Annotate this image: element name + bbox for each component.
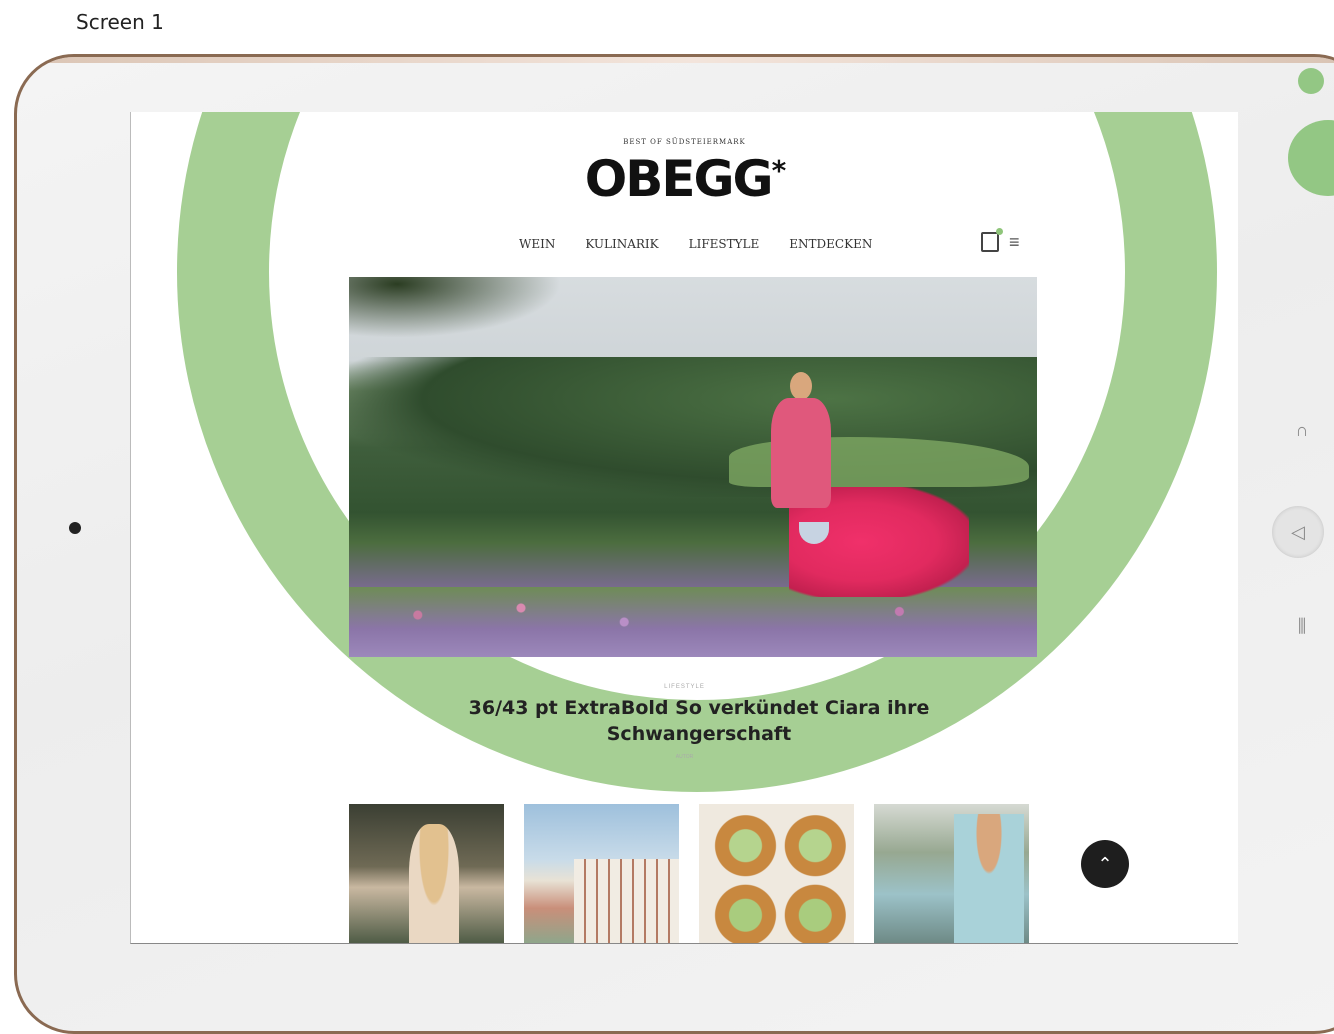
logo-tagline: BEST OF SÜDSTEIERMARK (623, 138, 746, 146)
logo-text: OBEGG (584, 150, 774, 208)
nav-icons: ≡ (981, 228, 1020, 252)
logo-star: * (771, 154, 787, 187)
hero-woman-figure (757, 372, 847, 622)
article-headline[interactable]: 36/43 pt ExtraBold So verkündet Ciara ih… (449, 695, 949, 747)
green-dot-small (1298, 68, 1324, 94)
back-icon[interactable]: ◁ (1272, 506, 1324, 558)
hero-figure-body (771, 398, 831, 508)
home-icon[interactable]: ∩ (1284, 412, 1320, 448)
hero-figure-head (790, 372, 812, 400)
nav-item-wein[interactable]: WEIN (519, 237, 555, 251)
front-camera (69, 522, 81, 534)
article-byline: AUTOR (675, 754, 694, 760)
thumbnail-castle[interactable] (524, 804, 679, 943)
chevron-up-icon: ⌃ (1097, 853, 1113, 874)
article-kicker: LIFESTYLE (664, 684, 705, 690)
site-logo[interactable]: OBEGG* (131, 150, 1238, 208)
hero-lavender-flowers (349, 587, 1037, 657)
thumbnail-woman-dirndl[interactable] (349, 804, 504, 943)
hamburger-menu-icon[interactable]: ≡ (1009, 233, 1020, 251)
cart-icon[interactable] (981, 228, 1003, 252)
hero-foliage (349, 277, 589, 347)
recent-apps-icon[interactable]: ⫼ (1284, 608, 1320, 644)
thumbnail-canapes[interactable] (699, 804, 854, 943)
tablet-bezel-highlight (17, 57, 1334, 63)
scroll-to-top-button[interactable]: ⌃ (1081, 840, 1129, 888)
nav-item-lifestyle[interactable]: LIFESTYLE (689, 237, 760, 251)
hero-image[interactable] (349, 277, 1037, 657)
device-side-panel: ∩ ◁ ⫼ (1260, 60, 1334, 680)
browser-screen: BEST OF SÜDSTEIERMARK OBEGG* WEIN KULINA… (130, 112, 1238, 944)
article-thumbnails (349, 804, 1029, 943)
main-navigation: WEIN KULINARIK LIFESTYLE ENTDECKEN (519, 237, 872, 251)
screen-caption: Screen 1 (76, 10, 164, 34)
nav-item-kulinarik[interactable]: KULINARIK (585, 237, 658, 251)
green-dot-large (1288, 120, 1334, 196)
nav-item-entdecken[interactable]: ENTDECKEN (789, 237, 872, 251)
thumbnail-chefs[interactable] (874, 804, 1029, 943)
